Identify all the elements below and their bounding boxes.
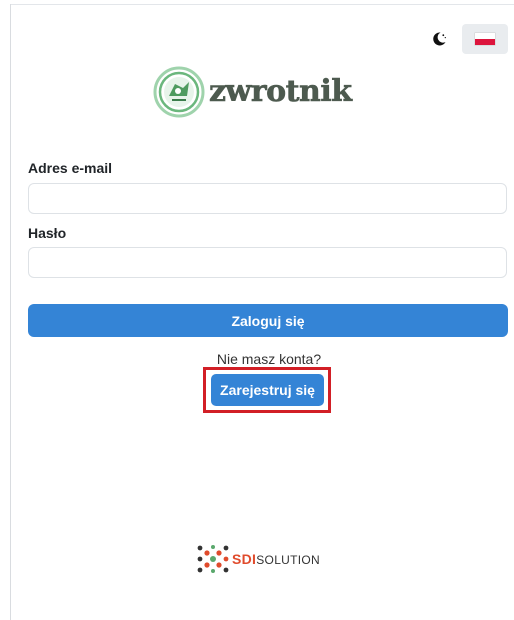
register-button[interactable]: Zarejestruj się (211, 374, 324, 406)
poland-flag-icon (475, 33, 495, 45)
login-button[interactable]: Zaloguj się (28, 304, 508, 337)
sdi-mark-icon (197, 545, 229, 573)
solution-logo-text: SOLUTION (256, 553, 320, 567)
frame-left-border (10, 4, 11, 620)
no-account-prompt: Nie masz konta? (216, 351, 322, 367)
frame-top-border (10, 4, 514, 5)
zwrotnik-emblem-icon (153, 66, 205, 118)
email-field[interactable] (28, 183, 507, 214)
sdi-logo-text: SDI (232, 551, 257, 567)
password-label: Hasło (28, 225, 67, 241)
password-field[interactable] (28, 247, 507, 278)
email-label: Adres e-mail (28, 160, 113, 176)
language-button[interactable] (462, 24, 508, 54)
zwrotnik-logo: zwrotnik (153, 66, 352, 118)
top-bar (430, 24, 508, 54)
sdi-solution-logo: SDISOLUTION (196, 544, 320, 574)
theme-toggle-button[interactable] (430, 30, 448, 48)
logo-wordmark: zwrotnik (209, 74, 353, 109)
moon-icon (433, 32, 446, 46)
